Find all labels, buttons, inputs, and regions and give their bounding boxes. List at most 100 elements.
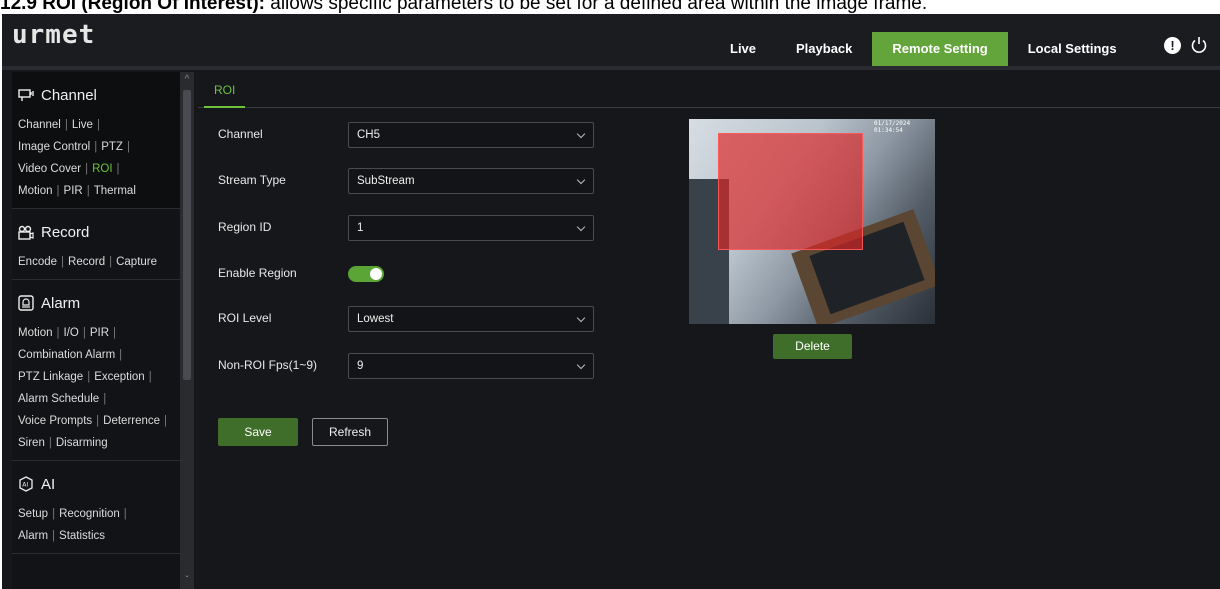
- sidebar-link-row: Encode | Record | Capture: [18, 251, 180, 273]
- delete-button[interactable]: Delete: [773, 334, 852, 359]
- sidebar-item-statistics[interactable]: Statistics: [59, 530, 105, 542]
- sidebar-item-video-cover[interactable]: Video Cover: [18, 163, 81, 175]
- sidebar-item-combination-alarm[interactable]: Combination Alarm: [18, 349, 115, 361]
- scroll-down-arrow[interactable]: ˇ: [181, 575, 193, 587]
- sidebar-scrollbar[interactable]: ^ ˇ: [180, 72, 194, 589]
- sidebar-heading-label: Record: [41, 223, 90, 241]
- scroll-thumb[interactable]: [183, 90, 191, 380]
- roi-level-value: Lowest: [357, 313, 394, 325]
- sidebar-item-recognition[interactable]: Recognition: [59, 508, 120, 520]
- sidebar-item-voice-prompts[interactable]: Voice Prompts: [18, 415, 92, 427]
- app-window: urmet Live Playback Remote Setting Local Se…: [2, 14, 1220, 589]
- non-roi-fps-select[interactable]: 9: [348, 353, 594, 379]
- roi-region-overlay[interactable]: [718, 133, 863, 250]
- svg-text:AI: AI: [22, 482, 28, 489]
- sidebar-item-image-control[interactable]: Image Control: [18, 141, 90, 153]
- sidebar-item-ptz-linkage[interactable]: PTZ Linkage: [18, 371, 83, 383]
- sidebar-link-row: Image Control | PTZ |: [18, 136, 180, 158]
- sidebar-item-thermal[interactable]: Thermal: [94, 185, 136, 197]
- sidebar-item-deterrence[interactable]: Deterrence: [103, 415, 160, 427]
- document-caption: 12.9 ROI (Region Of Interest): allows sp…: [0, 0, 1220, 14]
- sidebar-item-motion[interactable]: Motion: [18, 185, 53, 197]
- sidebar-item-capture[interactable]: Capture: [116, 256, 157, 268]
- link-separator: |: [52, 530, 56, 542]
- alert-icon[interactable]: !: [1164, 36, 1181, 54]
- sidebar-item-alarm[interactable]: Alarm: [18, 530, 48, 542]
- region-id-label: Region ID: [218, 220, 272, 234]
- enable-region-row: Enable Region: [218, 261, 598, 287]
- sidebar-link-row: Video Cover | ROI |: [18, 158, 180, 180]
- channel-select[interactable]: CH5: [348, 122, 594, 148]
- sidebar-item-disarming[interactable]: Disarming: [56, 437, 108, 449]
- link-separator: |: [96, 119, 100, 131]
- roi-preview-video[interactable]: 01/17/2024 01:34:54: [689, 119, 935, 324]
- stream-type-value: SubStream: [357, 175, 415, 187]
- sidebar-heading-alarm[interactable]: Alarm: [18, 290, 180, 316]
- nav-remote-setting[interactable]: Remote Setting: [872, 32, 1008, 66]
- chevron-down-icon: [576, 129, 586, 139]
- link-separator: |: [116, 163, 120, 175]
- stream-type-select[interactable]: SubStream: [348, 168, 594, 194]
- sidebar-link-row: Setup | Recognition |: [18, 503, 180, 525]
- sidebar-item-exception[interactable]: Exception: [94, 371, 145, 383]
- link-separator: |: [96, 415, 100, 427]
- link-separator: |: [64, 119, 68, 131]
- link-separator: |: [148, 371, 152, 383]
- sidebar-item-live[interactable]: Live: [72, 119, 93, 131]
- chevron-down-icon: [576, 175, 586, 185]
- nav-live[interactable]: Live: [710, 32, 776, 66]
- sidebar-links: Motion | I/O | PIR | Combination Alarm | PTZ Lin…: [18, 322, 180, 454]
- sidebar-item-encode[interactable]: Encode: [18, 256, 57, 268]
- save-button[interactable]: Save: [218, 418, 298, 446]
- record-icon: [18, 225, 34, 240]
- region-id-value: 1: [357, 222, 364, 234]
- sidebar-item-siren[interactable]: Siren: [18, 437, 45, 449]
- link-separator: |: [109, 256, 113, 268]
- link-separator: |: [56, 185, 60, 197]
- sidebar-link-row: Siren | Disarming: [18, 432, 180, 454]
- sidebar-item-pir[interactable]: PIR: [90, 327, 109, 339]
- chevron-down-icon: [576, 313, 586, 323]
- roi-level-select[interactable]: Lowest: [348, 306, 594, 332]
- enable-region-label: Enable Region: [218, 266, 297, 280]
- non-roi-fps-value: 9: [357, 360, 364, 372]
- sidebar-item-ptz[interactable]: PTZ: [101, 141, 123, 153]
- sidebar-item-i-o[interactable]: I/O: [64, 327, 79, 339]
- alarm-icon: [18, 295, 34, 311]
- sidebar-item-motion[interactable]: Motion: [18, 327, 53, 339]
- nav-local-settings[interactable]: Local Settings: [1008, 32, 1137, 66]
- nav-playback[interactable]: Playback: [776, 32, 872, 66]
- sidebar-item-channel[interactable]: Channel: [18, 119, 61, 131]
- preview-timestamp: 01/17/2024 01:34:54: [874, 120, 911, 134]
- power-icon[interactable]: [1191, 36, 1207, 54]
- top-bar: urmet Live Playback Remote Setting Local Se…: [2, 14, 1220, 66]
- sidebar-item-setup[interactable]: Setup: [18, 508, 48, 520]
- sidebar-heading-ai[interactable]: AI AI: [18, 471, 180, 497]
- scroll-up-arrow[interactable]: ^: [181, 74, 193, 86]
- channel-label: Channel: [218, 127, 263, 141]
- sidebar-heading-record[interactable]: Record: [18, 219, 180, 245]
- tab-roi[interactable]: ROI: [204, 80, 246, 108]
- link-separator: |: [113, 327, 117, 339]
- roi-level-row: ROI Level Lowest: [218, 306, 598, 332]
- caption-heading: 12.9 ROI (Region Of Interest):: [0, 0, 265, 14]
- sidebar-item-alarm-schedule[interactable]: Alarm Schedule: [18, 393, 99, 405]
- sidebar-item-roi[interactable]: ROI: [92, 163, 112, 175]
- link-separator: |: [126, 141, 130, 153]
- link-separator: |: [85, 163, 89, 175]
- sidebar-heading-channel[interactable]: Channel: [18, 82, 180, 108]
- link-separator: |: [164, 415, 168, 427]
- sidebar-item-record[interactable]: Record: [68, 256, 105, 268]
- sidebar-link-row: PTZ Linkage | Exception |: [18, 366, 180, 388]
- sidebar: Channel Channel | Live | Image Control | PTZ | Vi…: [12, 72, 180, 589]
- top-icons: !: [1164, 36, 1207, 54]
- sidebar-section-alarm: Alarm Motion | I/O | PIR | Combination Alarm | PT…: [12, 280, 180, 461]
- sidebar-link-row: Alarm | Statistics: [18, 525, 180, 547]
- sidebar-item-pir[interactable]: PIR: [64, 185, 83, 197]
- refresh-button[interactable]: Refresh: [312, 418, 388, 446]
- link-separator: |: [82, 327, 86, 339]
- stream-type-label: Stream Type: [218, 173, 286, 187]
- caption-text: allows specific parameters to be set for…: [264, 0, 928, 14]
- enable-region-toggle[interactable]: [348, 266, 384, 282]
- region-id-select[interactable]: 1: [348, 215, 594, 241]
